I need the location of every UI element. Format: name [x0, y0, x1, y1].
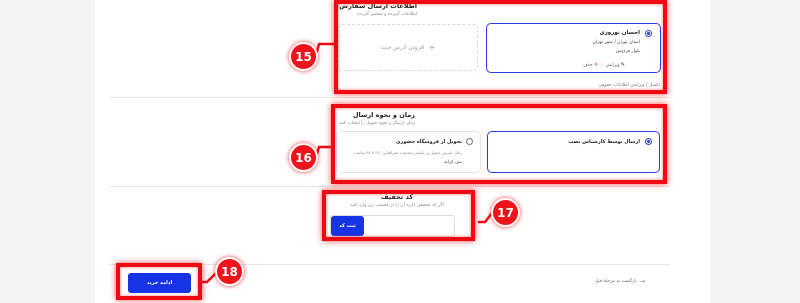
- section-divider-2: [110, 186, 670, 187]
- annotation-badge-15: 15: [289, 42, 318, 71]
- annotation-box-15: [334, 0, 667, 94]
- annotation-badge-17: 17: [491, 198, 520, 227]
- back-label: بازگشت به مرحله قبل: [595, 279, 637, 284]
- annotation-box-16: [331, 104, 667, 184]
- annotation-badge-16: 16: [289, 143, 318, 172]
- section-divider-1: [110, 97, 670, 98]
- arrow-right-icon: →: [639, 278, 645, 285]
- annotation-badge-18: 18: [215, 257, 244, 286]
- annotation-box-17: [322, 190, 475, 241]
- annotation-box-18: [116, 263, 202, 300]
- back-to-previous-step-link[interactable]: بازگشت به مرحله قبل →: [595, 278, 645, 285]
